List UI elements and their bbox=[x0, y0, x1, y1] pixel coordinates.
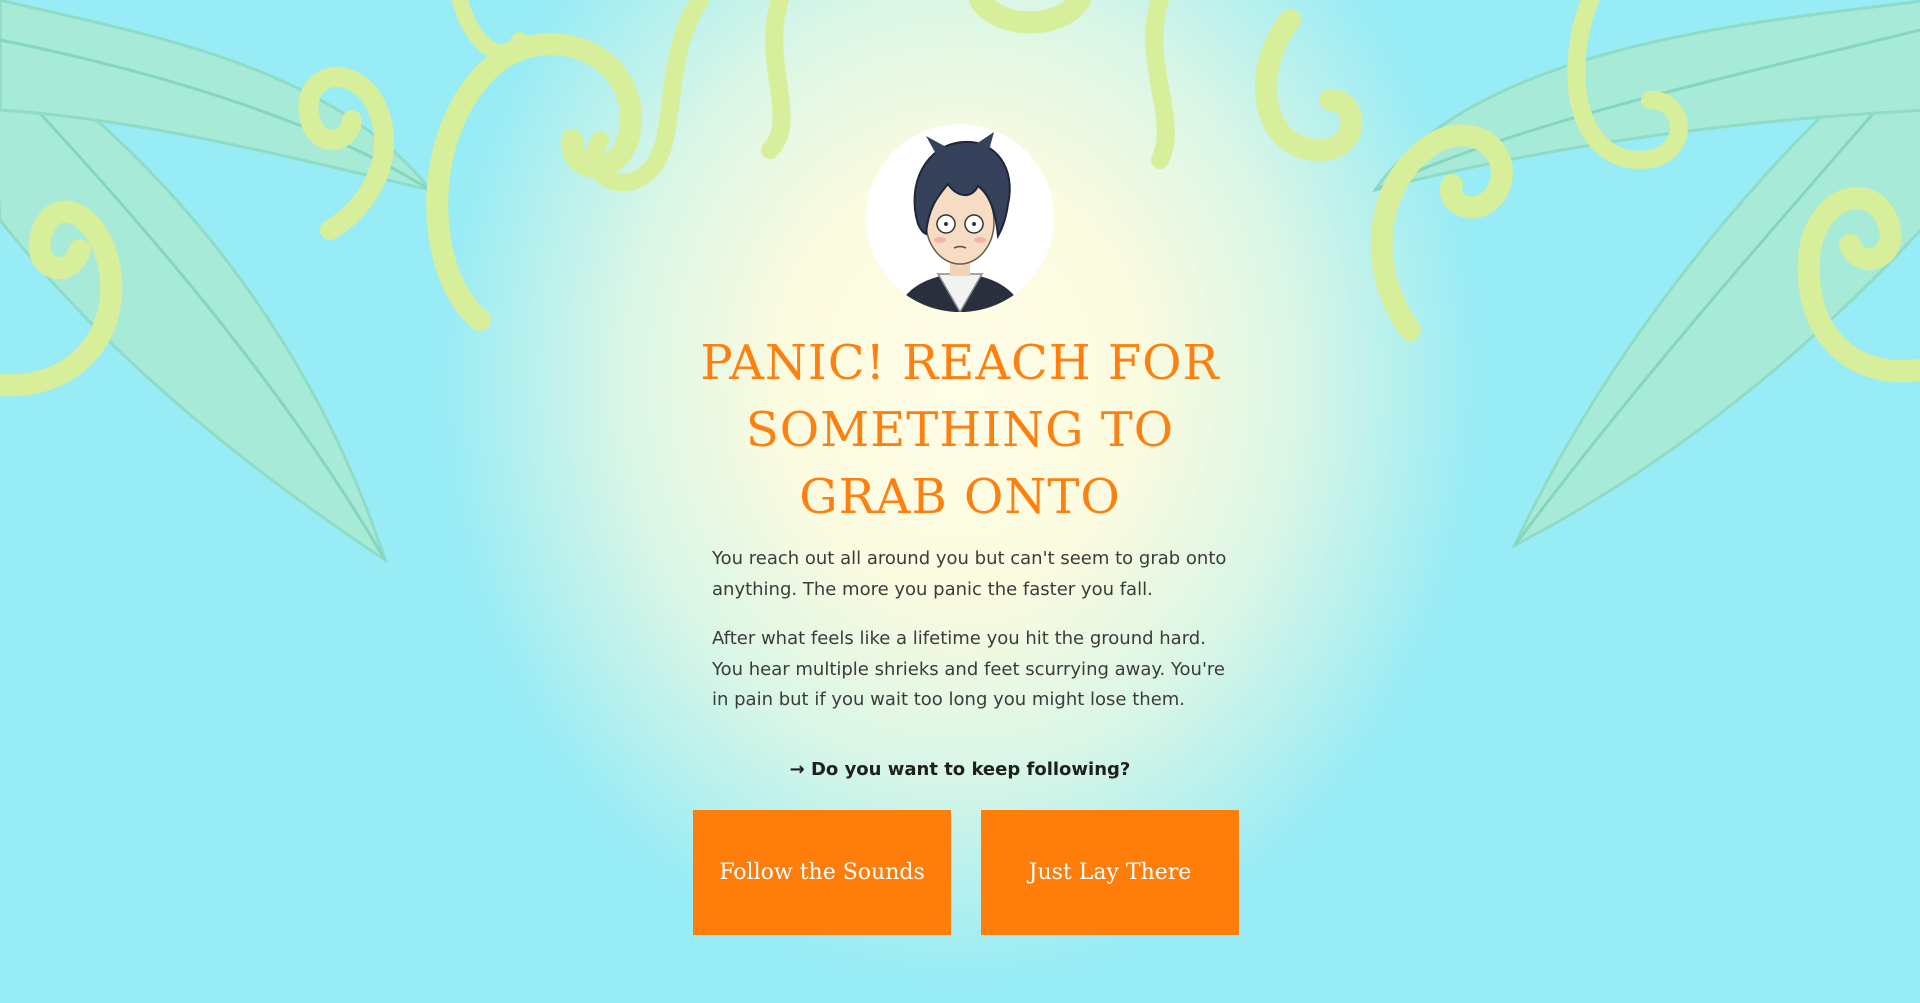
story-page: Panic! Reach for something to grab onto … bbox=[0, 0, 1920, 1003]
page-title: Panic! Reach for something to grab onto bbox=[700, 335, 1220, 525]
story-text: You reach out all around you but can't s… bbox=[712, 544, 1242, 735]
choice-prompt: → Do you want to keep following? bbox=[789, 759, 1131, 780]
story-paragraph: You reach out all around you but can't s… bbox=[712, 548, 1227, 600]
story-paragraph: After what feels like a lifetime you hit… bbox=[712, 628, 1225, 710]
character-avatar bbox=[866, 124, 1054, 312]
follow-the-sounds-button[interactable]: Follow the Sounds bbox=[693, 810, 951, 935]
just-lay-there-button[interactable]: Just Lay There bbox=[981, 810, 1239, 935]
character-portrait-icon bbox=[896, 132, 1024, 312]
